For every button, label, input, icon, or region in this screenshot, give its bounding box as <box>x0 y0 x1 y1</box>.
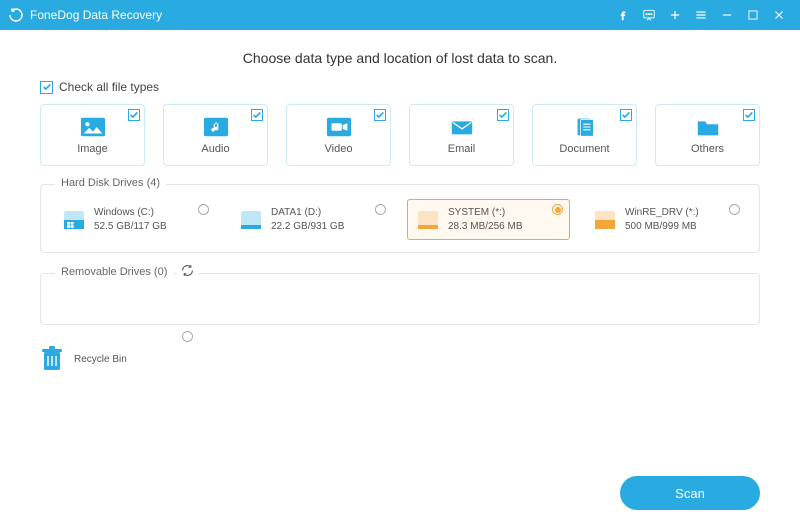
type-label: Email <box>448 143 476 155</box>
app-title: FoneDog Data Recovery <box>30 8 610 22</box>
menu-icon[interactable] <box>688 0 714 30</box>
type-label: Image <box>77 143 108 155</box>
type-label: Video <box>325 143 353 155</box>
file-types-row: Image Audio Video Email Document Others <box>40 104 760 166</box>
checkbox-icon <box>374 109 386 121</box>
removable-drives-section: Removable Drives (0) <box>40 273 760 325</box>
share-facebook-icon[interactable] <box>610 0 636 30</box>
recycle-bin-label: Recycle Bin <box>74 354 127 365</box>
drive-size: 22.2 GB/931 GB <box>271 220 344 234</box>
refresh-button[interactable] <box>177 264 198 282</box>
radio-icon <box>375 204 386 215</box>
drive-icon <box>239 208 263 232</box>
scan-button[interactable]: Scan <box>620 476 760 510</box>
checkbox-icon <box>128 109 140 121</box>
drive-name: DATA1 (D:) <box>271 206 344 220</box>
drive-size: 28.3 MB/256 MB <box>448 220 522 234</box>
drive-item-system[interactable]: SYSTEM (*:)28.3 MB/256 MB <box>407 199 570 240</box>
drive-icon <box>416 208 440 232</box>
add-icon[interactable] <box>662 0 688 30</box>
checkbox-icon <box>743 109 755 121</box>
close-button[interactable] <box>766 0 792 30</box>
hard-drives-section: Hard Disk Drives (4) Windows (C:)52.5 GB… <box>40 184 760 253</box>
maximize-button[interactable] <box>740 0 766 30</box>
minimize-button[interactable] <box>714 0 740 30</box>
type-card-image[interactable]: Image <box>40 104 145 166</box>
video-icon <box>326 116 352 138</box>
drive-item-c[interactable]: Windows (C:)52.5 GB/117 GB <box>53 199 216 240</box>
radio-icon <box>198 204 209 215</box>
audio-icon <box>203 116 229 138</box>
recycle-bin-icon <box>40 345 64 373</box>
page-title: Choose data type and location of lost da… <box>40 50 760 66</box>
check-all-label: Check all file types <box>59 80 159 94</box>
drive-size: 52.5 GB/117 GB <box>94 220 167 234</box>
section-title: Hard Disk Drives (4) <box>55 177 166 189</box>
drive-name: WinRE_DRV (*:) <box>625 206 699 220</box>
radio-icon <box>552 204 563 215</box>
drive-item-d[interactable]: DATA1 (D:)22.2 GB/931 GB <box>230 199 393 240</box>
titlebar: FoneDog Data Recovery <box>0 0 800 30</box>
type-card-audio[interactable]: Audio <box>163 104 268 166</box>
document-icon <box>572 116 598 138</box>
type-card-document[interactable]: Document <box>532 104 637 166</box>
drive-name: SYSTEM (*:) <box>448 206 522 220</box>
type-label: Audio <box>201 143 229 155</box>
checkbox-icon <box>620 109 632 121</box>
checkbox-icon <box>497 109 509 121</box>
type-label: Others <box>691 143 724 155</box>
drive-name: Windows (C:) <box>94 206 167 220</box>
radio-icon <box>729 204 740 215</box>
recycle-bin-item[interactable]: Recycle Bin <box>40 345 198 373</box>
drive-size: 500 MB/999 MB <box>625 220 699 234</box>
type-card-email[interactable]: Email <box>409 104 514 166</box>
app-logo-icon <box>8 7 24 23</box>
type-card-others[interactable]: Others <box>655 104 760 166</box>
radio-icon <box>182 331 193 342</box>
checkbox-icon <box>40 81 53 94</box>
drive-item-winre[interactable]: WinRE_DRV (*:)500 MB/999 MB <box>584 199 747 240</box>
type-card-video[interactable]: Video <box>286 104 391 166</box>
drive-icon <box>593 208 617 232</box>
section-title: Removable Drives (0) <box>55 266 173 278</box>
feedback-icon[interactable] <box>636 0 662 30</box>
drive-windows-icon <box>62 208 86 232</box>
folder-icon <box>695 116 721 138</box>
checkbox-icon <box>251 109 263 121</box>
type-label: Document <box>559 143 609 155</box>
check-all-toggle[interactable]: Check all file types <box>40 80 760 94</box>
image-icon <box>80 116 106 138</box>
email-icon <box>449 116 475 138</box>
